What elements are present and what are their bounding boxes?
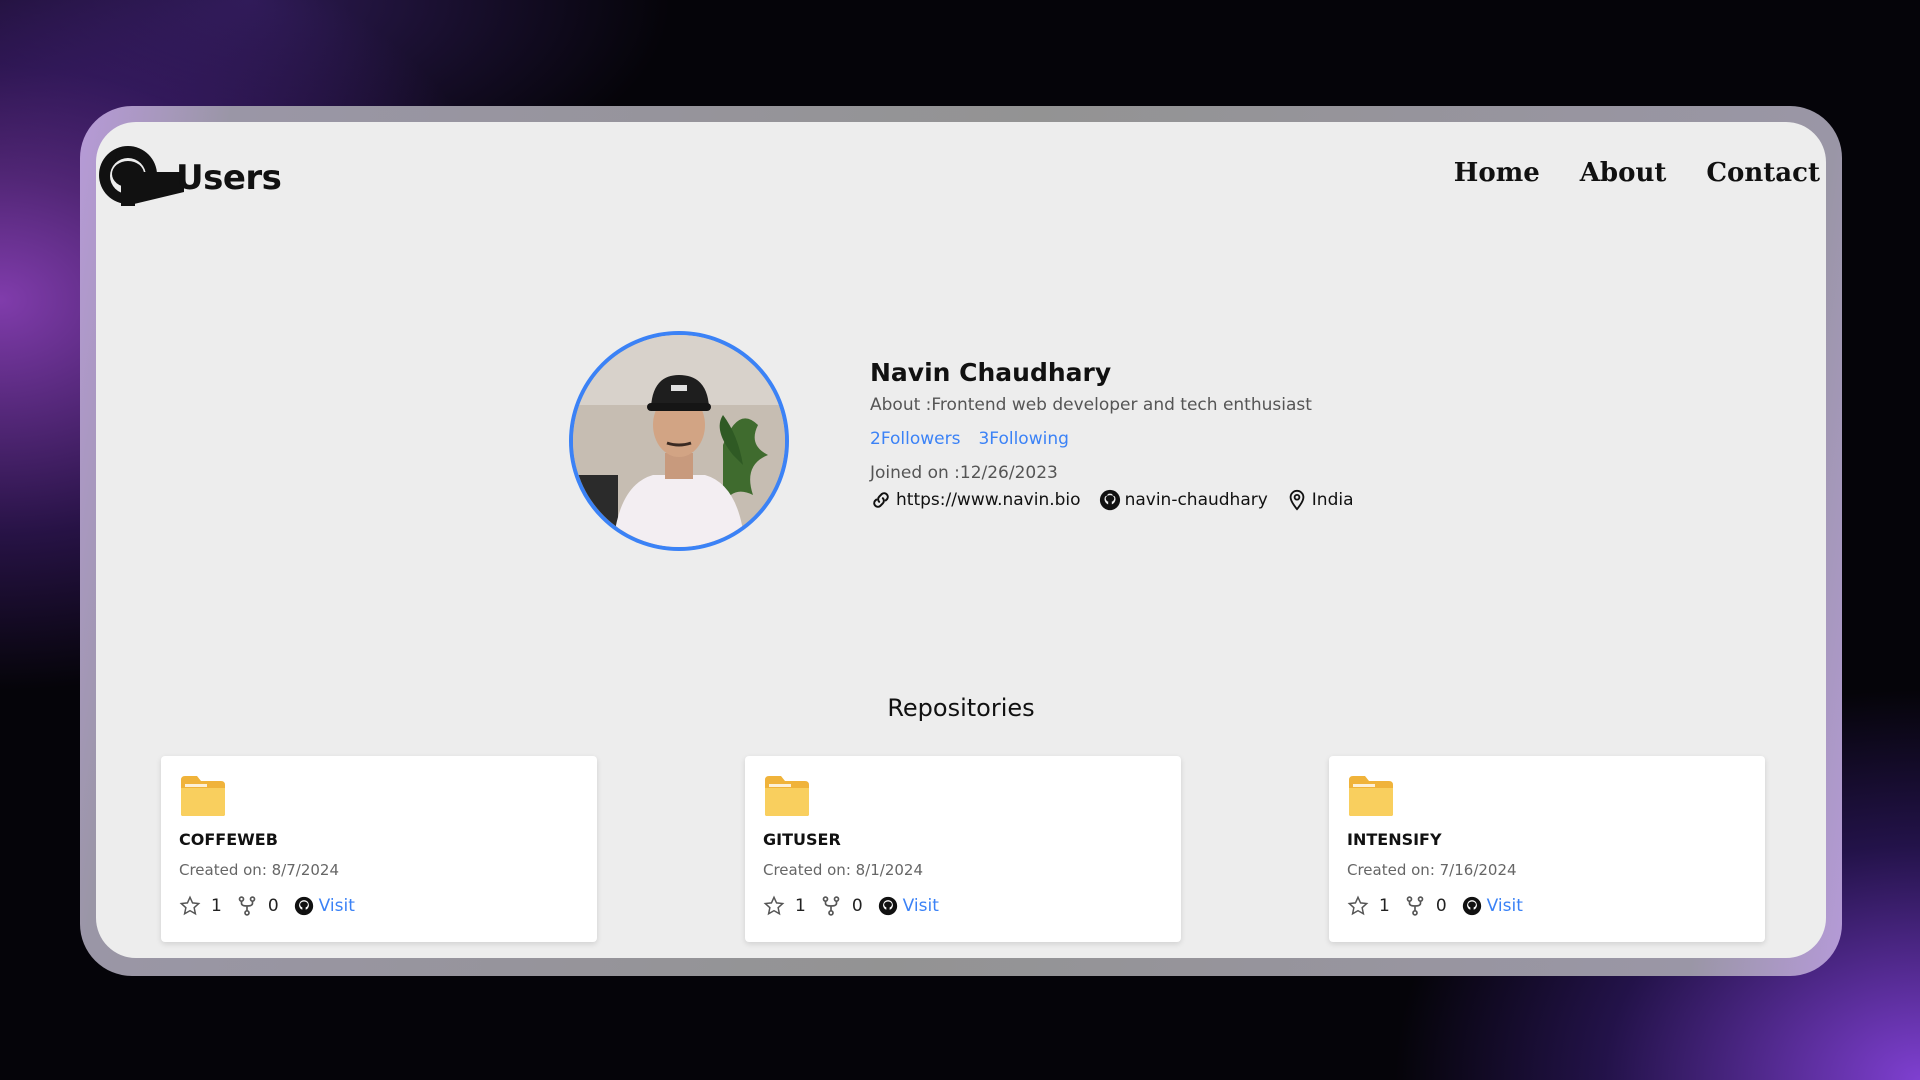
repo-card: COFFEWEB Created on: 8/7/2024 1 0 Visit	[161, 756, 597, 942]
repo-name: COFFEWEB	[179, 830, 278, 849]
visit-link[interactable]: Visit	[903, 896, 939, 916]
folder-icon	[765, 776, 809, 816]
star-count: 1	[795, 896, 806, 916]
location-pin-icon	[1289, 489, 1305, 511]
joined-date: Joined on :12/26/2023	[870, 463, 1058, 483]
profile-info: Navin Chaudhary About :Frontend web deve…	[870, 358, 1372, 511]
github-icon	[294, 896, 313, 916]
repo-name: GITUSER	[763, 830, 841, 849]
star-count: 1	[1379, 896, 1390, 916]
profile-photo	[573, 335, 785, 547]
star-icon[interactable]	[179, 895, 201, 917]
nav-about[interactable]: About	[1580, 158, 1667, 188]
fork-icon[interactable]	[820, 895, 842, 917]
profile-about: About :Frontend web developer and tech e…	[870, 395, 1312, 415]
repo-created: Created on: 8/1/2024	[763, 861, 924, 879]
location-text: India	[1311, 490, 1354, 510]
followers-link[interactable]: 2Followers	[870, 429, 960, 449]
star-icon[interactable]	[1347, 895, 1369, 917]
website-item[interactable]: https://www.navin.bio	[870, 489, 1081, 511]
repo-stats: 1 0 Visit	[179, 895, 579, 917]
avatar	[569, 331, 789, 551]
fork-count: 0	[267, 896, 279, 916]
repo-card: GITUSER Created on: 8/1/2024 1 0 Visit	[745, 756, 1181, 942]
main-nav: Home About Contact	[1454, 158, 1820, 188]
github-logo-icon	[99, 146, 184, 206]
github-icon	[1099, 489, 1120, 511]
location-item: India	[1286, 489, 1354, 511]
github-username-item[interactable]: navin-chaudhary	[1099, 489, 1268, 511]
logo[interactable]: Users	[98, 142, 282, 208]
website-link[interactable]: https://www.navin.bio	[896, 490, 1081, 510]
fork-icon[interactable]	[236, 895, 258, 917]
folder-icon	[1349, 776, 1393, 816]
repo-stats: 1 0 Visit	[1347, 895, 1747, 917]
follow-stats: 2Followers 3Following	[870, 429, 1372, 449]
nav-home[interactable]: Home	[1454, 158, 1540, 188]
repo-card: INTENSIFY Created on: 7/16/2024 1 0 Visi…	[1329, 756, 1765, 942]
repo-created: Created on: 7/16/2024	[1347, 861, 1517, 879]
repo-stats: 1 0 Visit	[763, 895, 1163, 917]
profile-name: Navin Chaudhary	[870, 358, 1112, 387]
profile-meta: https://www.navin.bio navin-chaudhary In…	[870, 489, 1372, 511]
fork-icon[interactable]	[1404, 895, 1426, 917]
logo-text: Users	[176, 158, 282, 198]
star-count: 1	[211, 896, 222, 916]
github-username[interactable]: navin-chaudhary	[1125, 490, 1268, 510]
repo-created: Created on: 8/7/2024	[179, 861, 340, 879]
following-link[interactable]: 3Following	[978, 429, 1068, 449]
visit-link[interactable]: Visit	[319, 896, 355, 916]
nav-contact[interactable]: Contact	[1706, 158, 1820, 188]
star-icon[interactable]	[763, 895, 785, 917]
app-screen: Users Home About Contact Navin Chaudhary…	[96, 122, 1826, 958]
visit-link[interactable]: Visit	[1487, 896, 1523, 916]
github-icon	[878, 896, 897, 916]
repo-name: INTENSIFY	[1347, 830, 1442, 849]
fork-count: 0	[1435, 896, 1447, 916]
link-icon	[873, 492, 889, 508]
github-icon	[1462, 896, 1481, 916]
fork-count: 0	[851, 896, 863, 916]
folder-icon	[181, 776, 225, 816]
repositories-heading: Repositories	[887, 694, 1035, 722]
